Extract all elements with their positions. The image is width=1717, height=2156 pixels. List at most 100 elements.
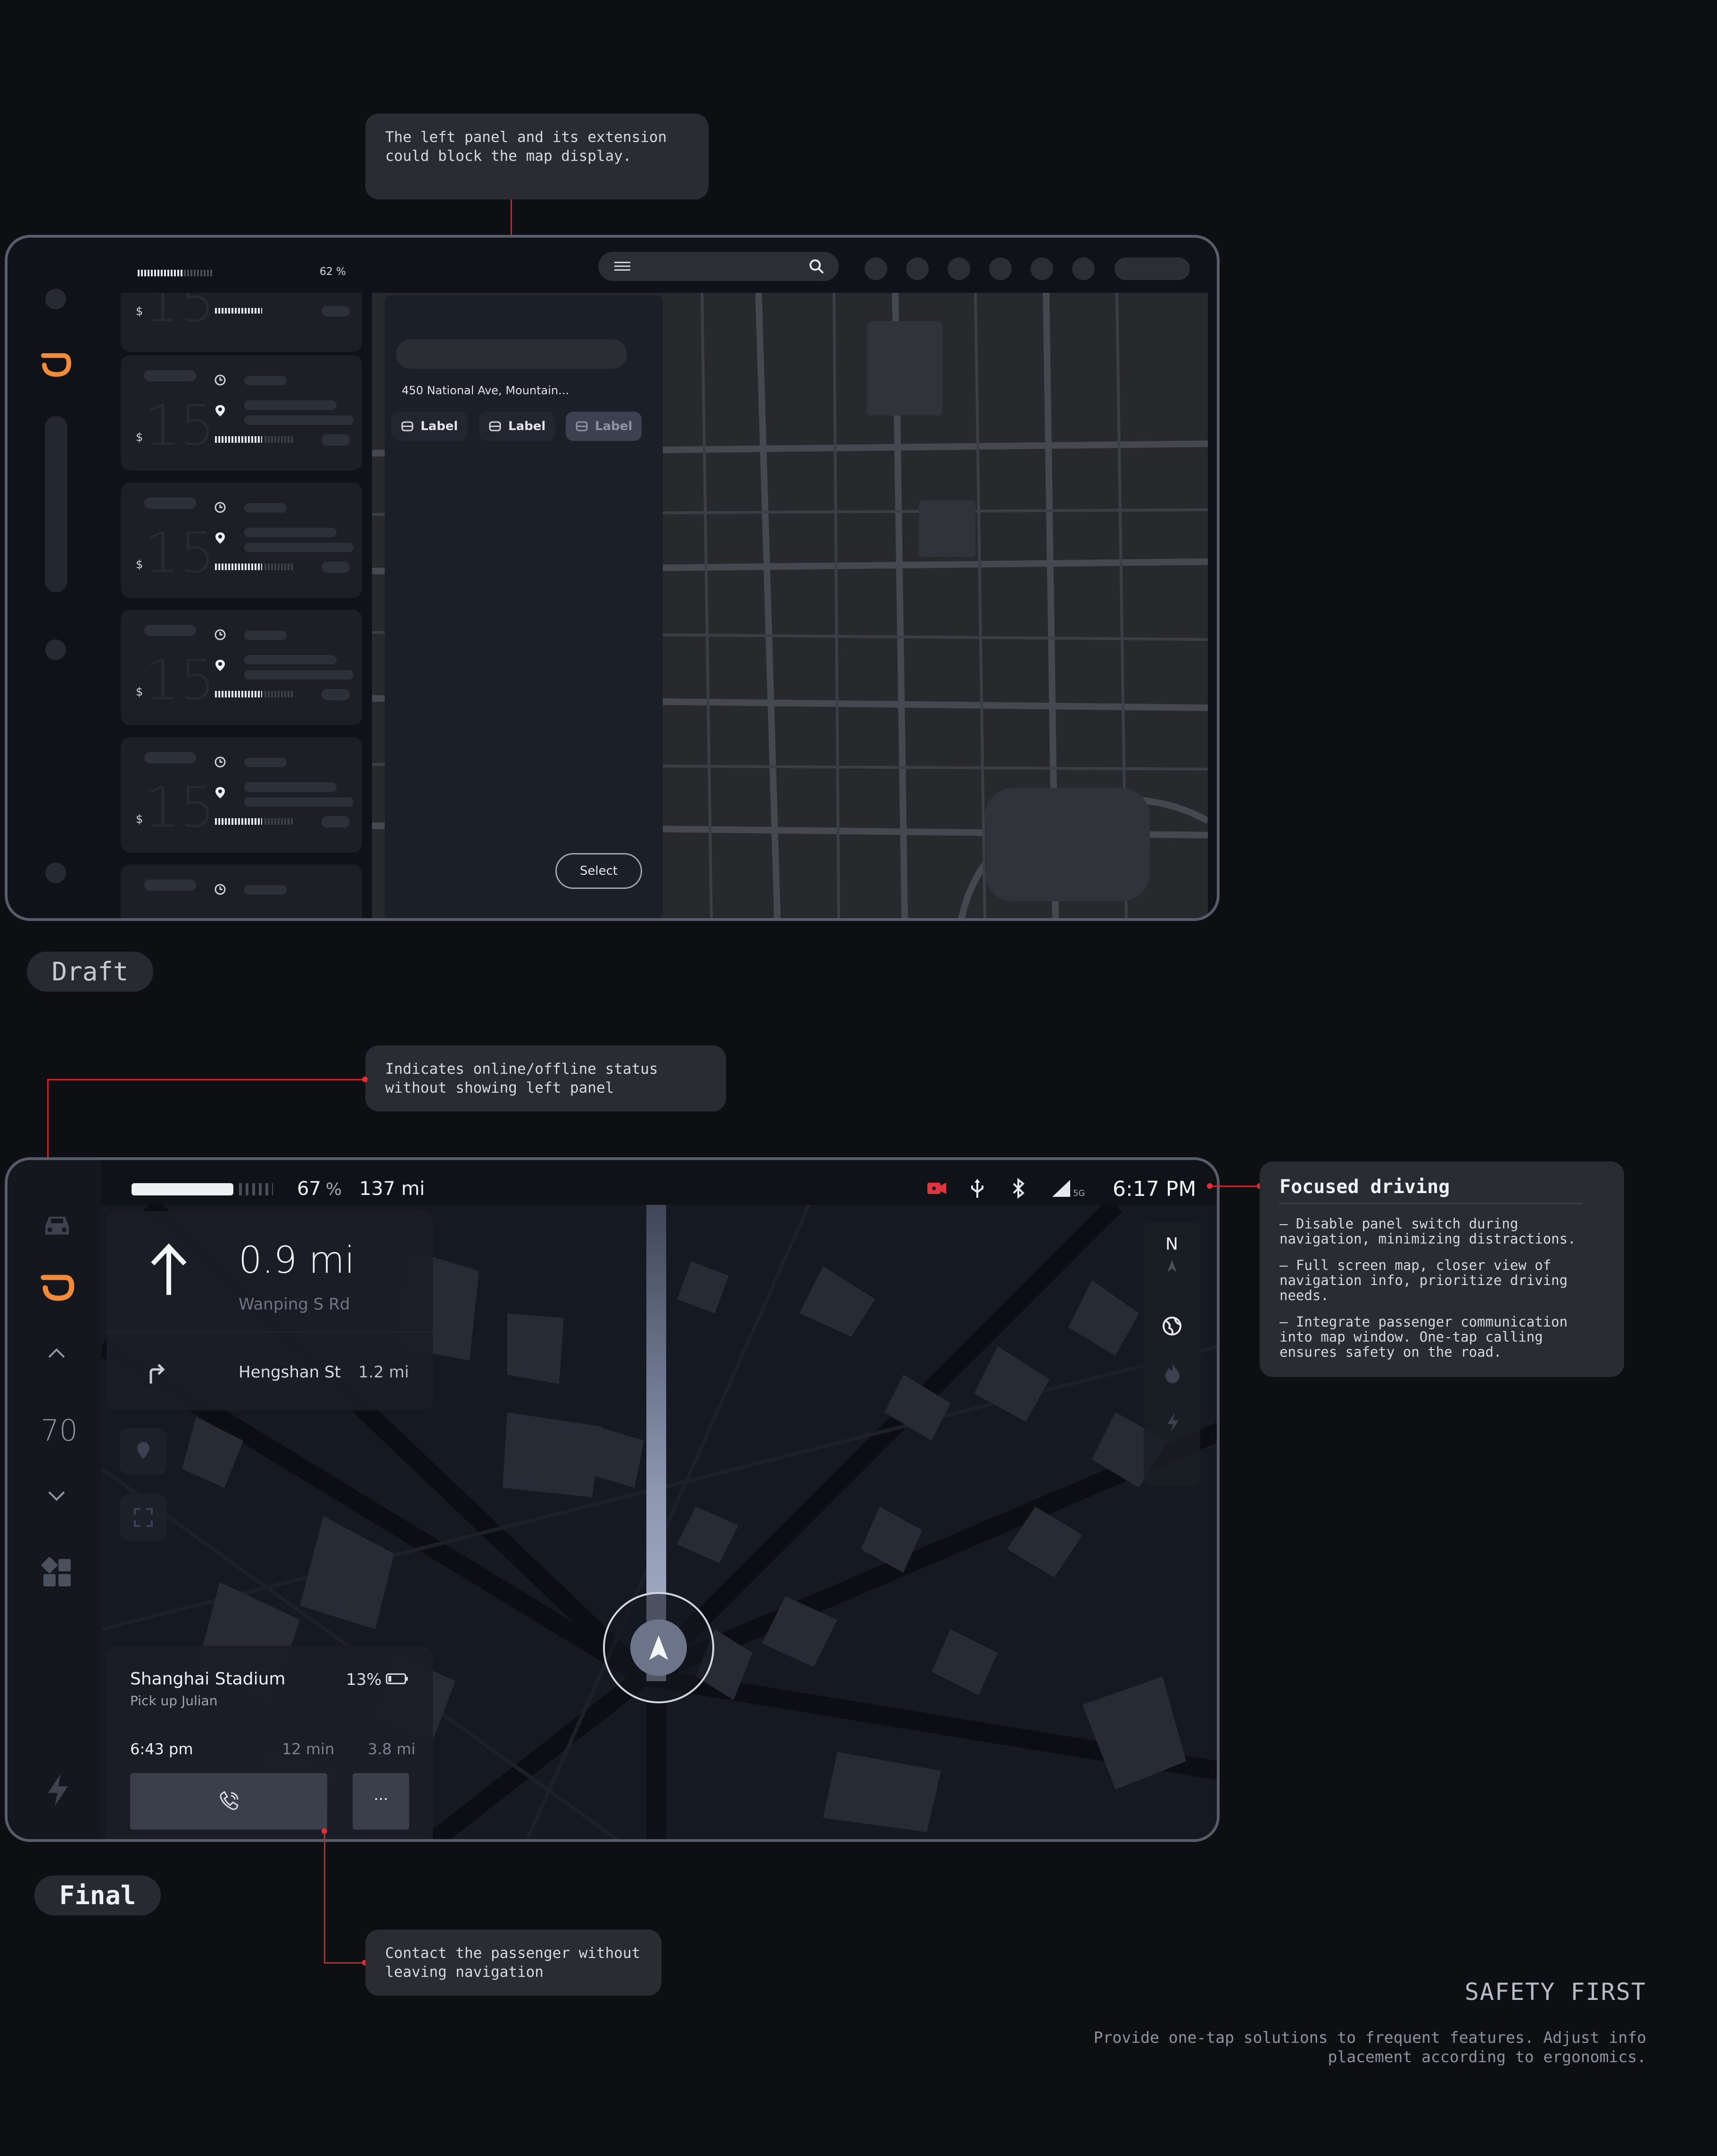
- globe-icon[interactable]: [1162, 1316, 1182, 1336]
- draft-address: 450 National Ave, Mountain...: [402, 384, 570, 397]
- final-battery-percent: 67%: [297, 1178, 342, 1200]
- trip-card-partial-bottom[interactable]: [121, 864, 362, 918]
- trip-card: Shanghai Stadium Pick up Julian 13% 6:43…: [107, 1646, 433, 1839]
- focused-driving-point: – Integrate passenger communication into…: [1279, 1314, 1568, 1360]
- select-button[interactable]: Select: [555, 853, 642, 889]
- focused-driving-point: – Full screen map, closer view of naviga…: [1279, 1257, 1568, 1303]
- trip-card[interactable]: 15 $: [121, 610, 362, 725]
- final-annotation-bottom-line-v: [324, 1830, 325, 1963]
- trip-card-partial-top[interactable]: 15 $: [121, 293, 362, 352]
- map-zoom-pin-button[interactable]: [120, 1428, 167, 1475]
- final-annotation-top-line-h: [47, 1079, 365, 1080]
- final-range: 137 mi: [359, 1178, 425, 1200]
- more-options-button[interactable]: ···: [353, 1773, 409, 1830]
- trip-card[interactable]: 15 $: [121, 355, 362, 471]
- chevron-up-icon[interactable]: [47, 1348, 66, 1359]
- trip-card[interactable]: 15 $: [121, 737, 362, 853]
- usb-icon[interactable]: [969, 1178, 985, 1199]
- draft-status-pill: [1114, 257, 1190, 280]
- draft-status-placeholders: [865, 257, 1095, 280]
- fire-icon[interactable]: [1164, 1363, 1180, 1384]
- charging-bolt-icon[interactable]: [45, 1773, 72, 1807]
- vehicle-position-ring: [603, 1592, 714, 1703]
- map-fullscreen-button[interactable]: [120, 1494, 167, 1541]
- trip-card-minutes: 15: [144, 647, 215, 713]
- location-pin-icon: [215, 787, 225, 798]
- trip-task: Pick up Julian: [130, 1693, 218, 1708]
- draft-search-bar[interactable]: [598, 252, 839, 281]
- clock-icon: [215, 629, 226, 640]
- trip-distance: 3.8 mi: [368, 1740, 416, 1758]
- draft-extension-panel: 450 National Ave, Mountain... Label Labe…: [385, 295, 663, 918]
- final-battery-bar: [132, 1183, 273, 1195]
- clock-icon: [215, 502, 226, 513]
- location-pin-icon: [215, 405, 225, 416]
- call-passenger-button[interactable]: [130, 1773, 327, 1830]
- trip-duration: 12 min: [282, 1740, 335, 1758]
- more-options-icon: ···: [373, 1790, 388, 1808]
- draft-trip-list[interactable]: 15 $ 15 $ 15 $ 15 $ 15 $: [8, 293, 372, 918]
- draft-battery-bar: [138, 270, 213, 276]
- turn-right-icon: [149, 1364, 165, 1384]
- trip-card-currency: $: [136, 685, 143, 698]
- draft-screen: 62 % 15 $ 15 $ 15 $ 15 $ 15 $ 450 Nation…: [5, 235, 1220, 921]
- final-battery-fill: [132, 1183, 233, 1195]
- bluetooth-icon[interactable]: [1012, 1178, 1026, 1199]
- apps-grid-icon[interactable]: [41, 1557, 73, 1588]
- seat-icon: [489, 421, 501, 431]
- trip-card-currency: $: [136, 813, 143, 826]
- route-line-after: [646, 1702, 666, 1839]
- final-annotation-bottom: Contact the passenger without leaving na…: [365, 1930, 661, 1996]
- final-annotation-top: Indicates online/offline status without …: [365, 1045, 726, 1111]
- menu-icon[interactable]: [614, 262, 630, 271]
- turn-card-divider: [107, 1331, 433, 1332]
- trip-card-minutes: 15: [144, 393, 215, 458]
- expand-icon: [134, 1508, 153, 1527]
- trip-arrival-time: 6:43 pm: [130, 1740, 193, 1758]
- navigation-arrow-icon: [649, 1635, 668, 1660]
- draft-chip-1[interactable]: Label: [391, 412, 468, 441]
- location-pin-icon: [215, 532, 225, 544]
- trip-card[interactable]: 15 $: [121, 482, 362, 598]
- draft-chip-2[interactable]: Label: [479, 412, 555, 441]
- next-distance: 1.2 mi: [358, 1363, 409, 1382]
- search-icon[interactable]: [809, 258, 825, 274]
- straight-arrow-icon: [151, 1243, 187, 1295]
- focused-driving-point: – Disable panel switch during navigation…: [1279, 1216, 1576, 1247]
- cellular-signal-icon[interactable]: [1051, 1179, 1072, 1198]
- passenger-phone-battery: 13%: [346, 1670, 382, 1689]
- focused-driving-title: Focused driving: [1279, 1176, 1450, 1198]
- focused-driving-divider: [1279, 1203, 1581, 1204]
- final-tag: Final: [34, 1875, 161, 1916]
- trip-card-minutes: 15: [144, 775, 215, 840]
- footer-text: Provide one-tap solutions to frequent fe…: [1093, 2028, 1646, 2066]
- footer-heading: SAFETY FIRST: [1464, 1978, 1646, 2006]
- clock-icon: [215, 374, 226, 386]
- phone-call-icon: [220, 1791, 239, 1810]
- trip-card-currency: $: [136, 431, 143, 444]
- draft-tag: Draft: [27, 952, 153, 992]
- didi-online-status-icon[interactable]: [40, 1271, 75, 1302]
- draft-panel-search-placeholder[interactable]: [396, 340, 627, 369]
- turn-instruction-card: 0.9 mi Wanping S Rd Hengshan St 1.2 mi: [107, 1211, 433, 1410]
- clock-icon: [215, 884, 226, 895]
- seat-icon: [401, 421, 413, 431]
- final-screen: 67% 137 mi 5G 6:17 PM 70 0.9 mi Wanping …: [5, 1157, 1220, 1842]
- car-icon[interactable]: [41, 1212, 73, 1238]
- vehicle-position-marker: [630, 1619, 687, 1676]
- lightning-icon[interactable]: [1165, 1412, 1180, 1433]
- focused-driving-dot-left: [1207, 1183, 1213, 1189]
- dashcam-recording-icon[interactable]: [926, 1180, 947, 1197]
- final-annotation-bottom-line-h: [324, 1962, 365, 1964]
- compass-arrow-icon: [1167, 1260, 1177, 1272]
- draft-chip-3-selected[interactable]: Label: [566, 412, 642, 441]
- seat-icon: [576, 421, 588, 431]
- map-control-stack: N: [1144, 1221, 1200, 1485]
- network-type: 5G: [1073, 1188, 1085, 1198]
- phone-battery-icon: [386, 1673, 408, 1684]
- final-clock: 6:17 PM: [1113, 1177, 1197, 1201]
- draft-battery-percent: 62 %: [320, 266, 346, 278]
- compass-north[interactable]: N: [1165, 1235, 1178, 1254]
- turn-distance: 0.9 mi: [239, 1239, 355, 1282]
- chevron-down-icon[interactable]: [47, 1490, 66, 1501]
